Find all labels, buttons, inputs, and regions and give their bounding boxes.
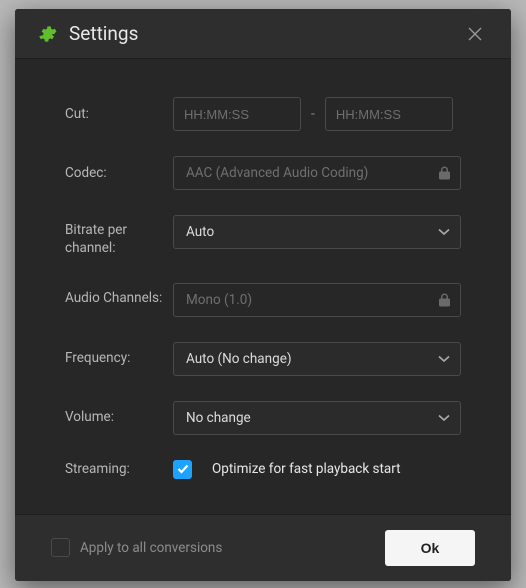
bitrate-select[interactable]: Auto	[173, 215, 461, 249]
dialog-footer: Apply to all conversions Ok	[15, 514, 511, 581]
ok-button[interactable]: Ok	[385, 530, 475, 566]
streaming-checkbox-label: Optimize for fast playback start	[212, 461, 401, 477]
bitrate-value: Auto	[186, 224, 214, 240]
volume-value: No change	[186, 410, 251, 426]
dialog-title: Settings	[69, 22, 138, 45]
chevron-down-icon	[438, 228, 450, 236]
label-cut: Cut:	[65, 105, 173, 123]
apply-all-label: Apply to all conversions	[80, 540, 222, 556]
check-icon	[177, 464, 189, 474]
frequency-value: Auto (No change)	[186, 351, 292, 367]
lock-icon	[439, 293, 450, 306]
label-frequency: Frequency:	[65, 349, 173, 367]
label-streaming: Streaming:	[65, 460, 173, 478]
codec-field: AAC (Advanced Audio Coding)	[173, 156, 461, 190]
cut-separator: -	[311, 106, 315, 122]
label-codec: Codec:	[65, 164, 173, 182]
close-icon	[467, 26, 483, 42]
apply-all-checkbox[interactable]	[51, 538, 70, 557]
cut-start-input[interactable]	[173, 97, 301, 131]
frequency-select[interactable]: Auto (No change)	[173, 342, 461, 376]
chevron-down-icon	[438, 355, 450, 363]
row-frequency: Frequency: Auto (No change)	[65, 342, 461, 376]
label-channels: Audio Channels:	[65, 283, 173, 307]
titlebar: Settings	[15, 9, 511, 59]
row-channels: Audio Channels: Mono (1.0)	[65, 283, 461, 317]
row-codec: Codec: AAC (Advanced Audio Coding)	[65, 156, 461, 190]
channels-value: Mono (1.0)	[186, 292, 252, 308]
channels-field: Mono (1.0)	[173, 283, 461, 317]
gear-icon	[37, 24, 57, 44]
row-cut: Cut: -	[65, 97, 461, 131]
cut-end-input[interactable]	[325, 97, 453, 131]
row-streaming: Streaming: Optimize for fast playback st…	[65, 460, 461, 479]
close-button[interactable]	[461, 20, 489, 48]
dialog-content: Cut: - Codec: AAC (Advanced Audio Coding…	[15, 59, 511, 513]
row-bitrate: Bitrate per channel: Auto	[65, 215, 461, 257]
lock-icon	[439, 167, 450, 180]
codec-value: AAC (Advanced Audio Coding)	[186, 165, 368, 181]
label-bitrate: Bitrate per channel:	[65, 215, 173, 257]
chevron-down-icon	[438, 414, 450, 422]
streaming-checkbox[interactable]	[173, 460, 192, 479]
row-volume: Volume: No change	[65, 401, 461, 435]
volume-select[interactable]: No change	[173, 401, 461, 435]
settings-dialog: Settings Cut: - Codec: AA	[15, 9, 511, 581]
label-volume: Volume:	[65, 408, 173, 426]
